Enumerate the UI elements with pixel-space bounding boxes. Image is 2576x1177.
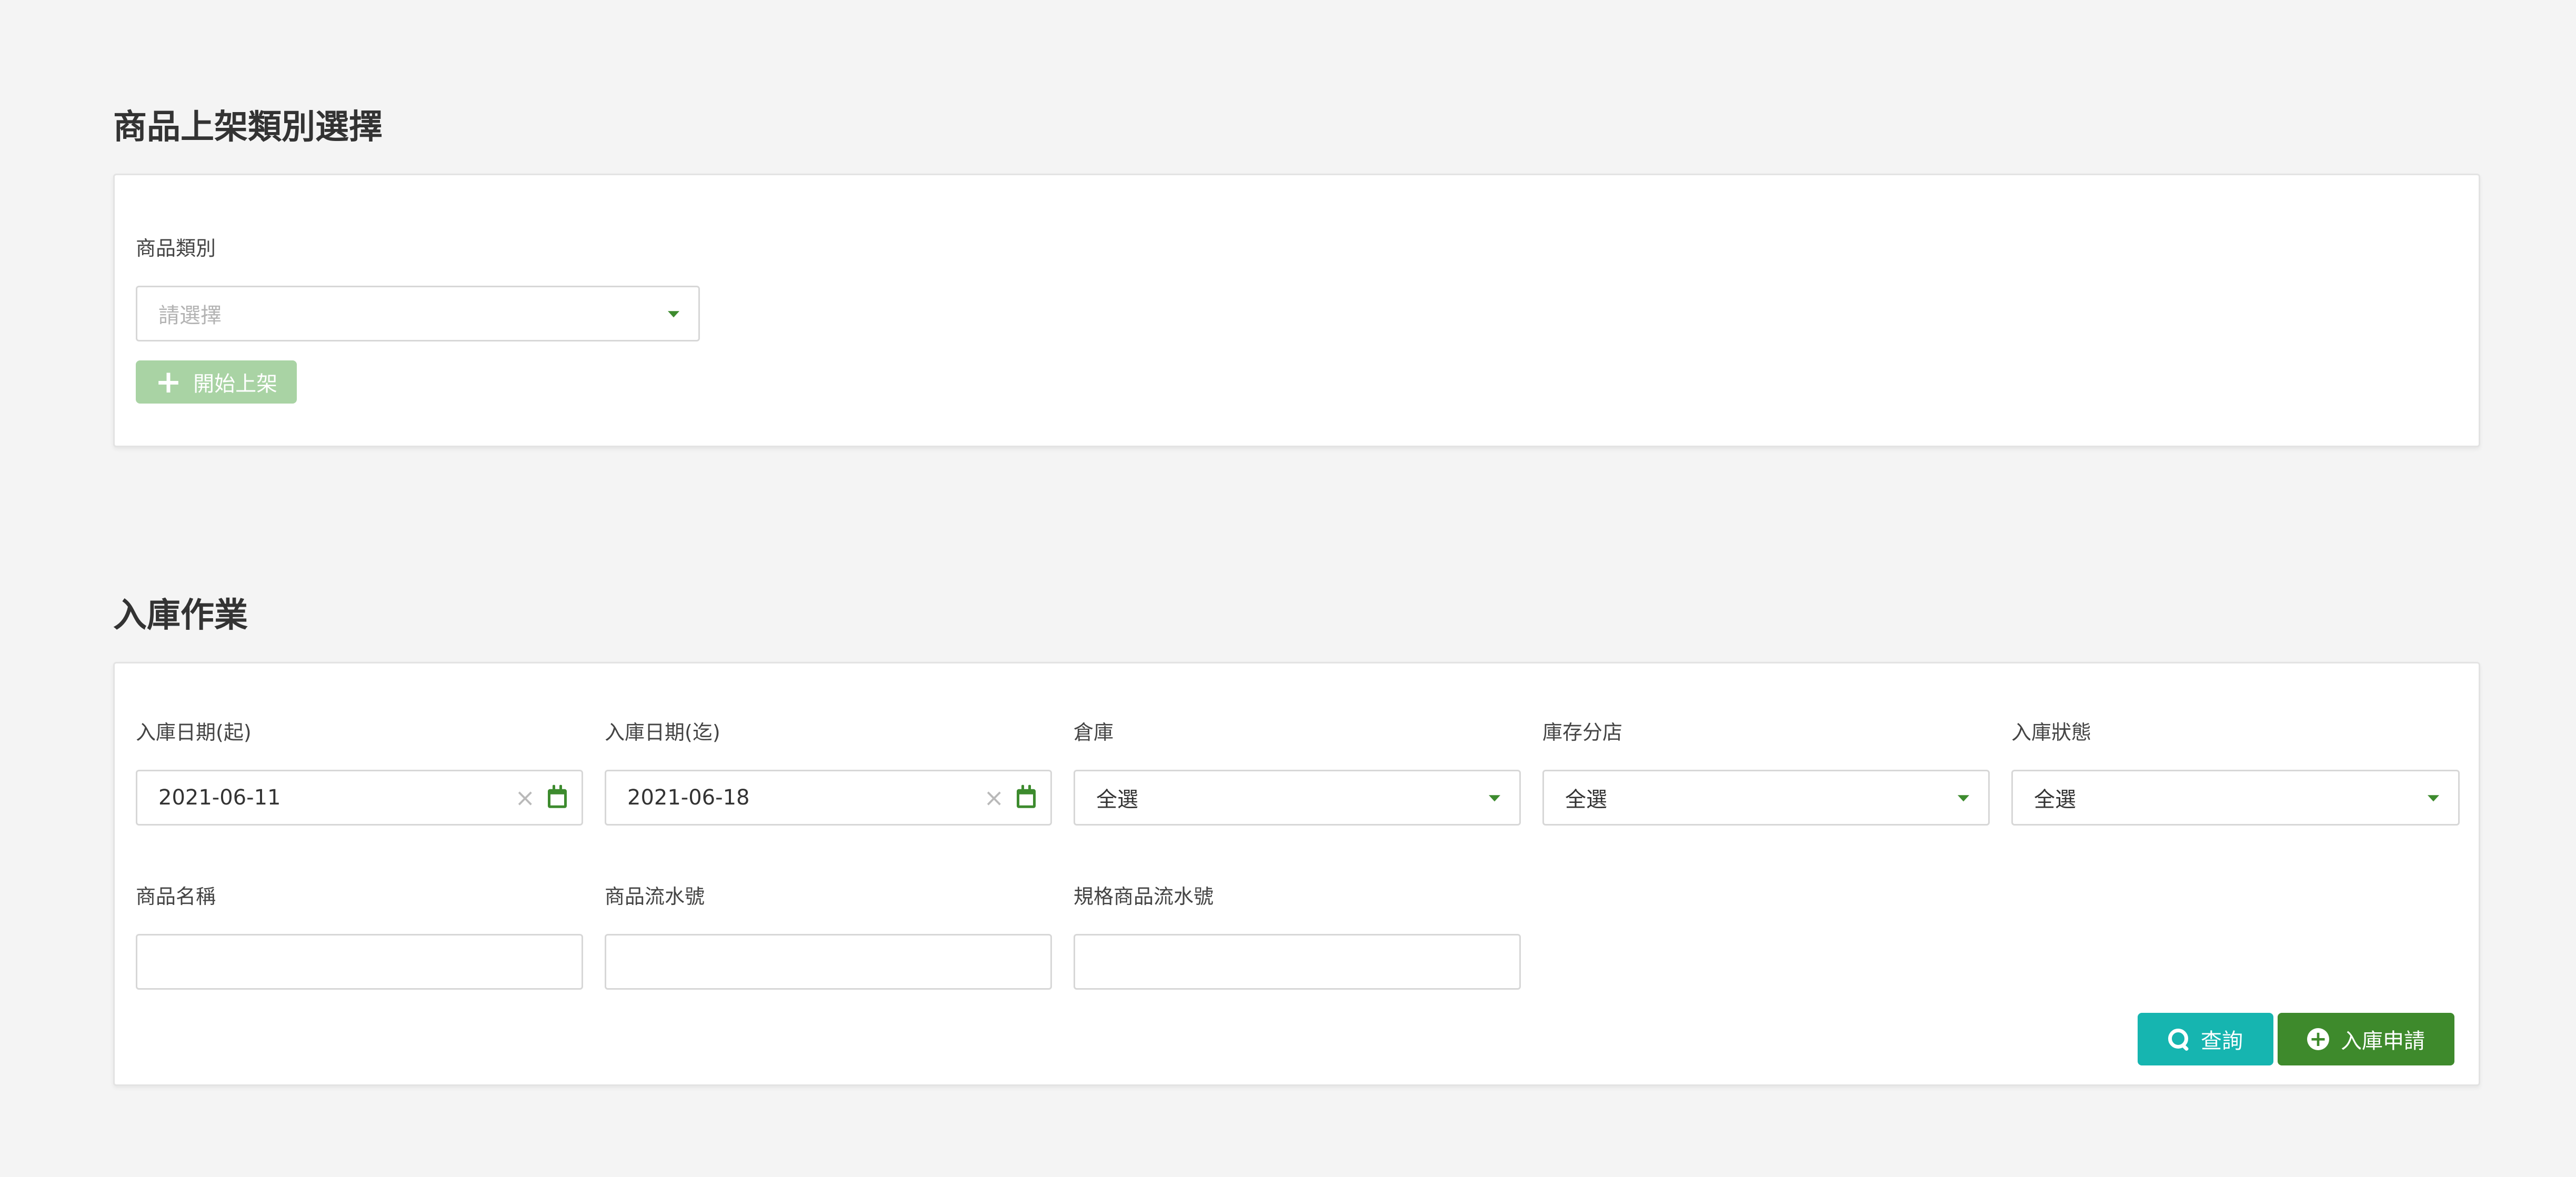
inbound-card: 入庫日期(起) 2021-06-11 × 入庫日期(迄) 2021-06-18 … [113,662,2480,1086]
plus-icon: + [155,364,182,400]
clear-icon[interactable]: × [984,786,1004,810]
product-name-field: 商品名稱 [136,887,583,992]
inbound-apply-button[interactable]: + 入庫申請 [2278,1013,2454,1065]
date-end-label: 入庫日期(迄) [605,721,720,744]
date-end-input[interactable]: 2021-06-18 × [605,770,1052,826]
product-serial-field: 商品流水號 [605,887,1052,992]
search-icon [2168,1029,2189,1050]
inbound-status-value: 全選 [2034,788,2076,812]
listing-card: 商品類別 請選擇 + 開始上架 [113,174,2480,447]
product-serial-label: 商品流水號 [605,885,705,908]
inventory-branch-field: 庫存分店 全選 [1542,722,1990,828]
warehouse-label: 倉庫 [1074,721,1114,744]
plus-circle-icon: + [2307,1028,2329,1050]
start-listing-button[interactable]: + 開始上架 [136,360,297,404]
date-start-field: 入庫日期(起) 2021-06-11 × [136,722,583,828]
spec-product-serial-label: 規格商品流水號 [1074,885,1214,908]
product-name-label: 商品名稱 [136,885,216,908]
warehouse-value: 全選 [1096,788,1138,812]
chevron-down-icon [1489,795,1500,802]
inbound-apply-button-label: 入庫申請 [2341,1029,2425,1053]
inventory-branch-value: 全選 [1565,788,1607,812]
chevron-down-icon [1958,795,1969,802]
category-label: 商品類別 [136,237,216,260]
chevron-down-icon [2428,795,2439,802]
inbound-status-field: 入庫狀態 全選 [2011,722,2460,828]
spec-product-serial-input[interactable] [1074,934,1521,990]
clear-icon[interactable]: × [515,786,535,810]
search-button-label: 查詢 [2201,1029,2243,1053]
inbound-section-title: 入庫作業 [113,596,248,635]
inbound-status-select[interactable]: 全選 [2011,770,2460,826]
date-start-input[interactable]: 2021-06-11 × [136,770,583,826]
category-placeholder: 請選擇 [158,304,222,328]
date-end-field: 入庫日期(迄) 2021-06-18 × [605,722,1052,828]
chevron-down-icon [668,311,679,318]
calendar-icon[interactable] [1017,784,1036,808]
date-end-value: 2021-06-18 [627,786,750,810]
date-start-value: 2021-06-11 [158,786,281,810]
inbound-status-label: 入庫狀態 [2011,721,2092,744]
calendar-icon[interactable] [548,784,567,808]
search-button[interactable]: 查詢 [2138,1013,2273,1065]
inventory-branch-select[interactable]: 全選 [1542,770,1990,826]
category-field: 商品類別 請選擇 [136,238,700,344]
warehouse-field: 倉庫 全選 [1074,722,1521,828]
product-name-input[interactable] [136,934,583,990]
inventory-branch-label: 庫存分店 [1542,721,1623,744]
warehouse-select[interactable]: 全選 [1074,770,1521,826]
product-serial-input[interactable] [605,934,1052,990]
date-start-label: 入庫日期(起) [136,721,252,744]
category-select[interactable]: 請選擇 [136,286,700,341]
spec-product-serial-field: 規格商品流水號 [1074,887,1521,992]
start-listing-button-label: 開始上架 [193,372,278,396]
listing-section-title: 商品上架類別選擇 [113,108,383,147]
